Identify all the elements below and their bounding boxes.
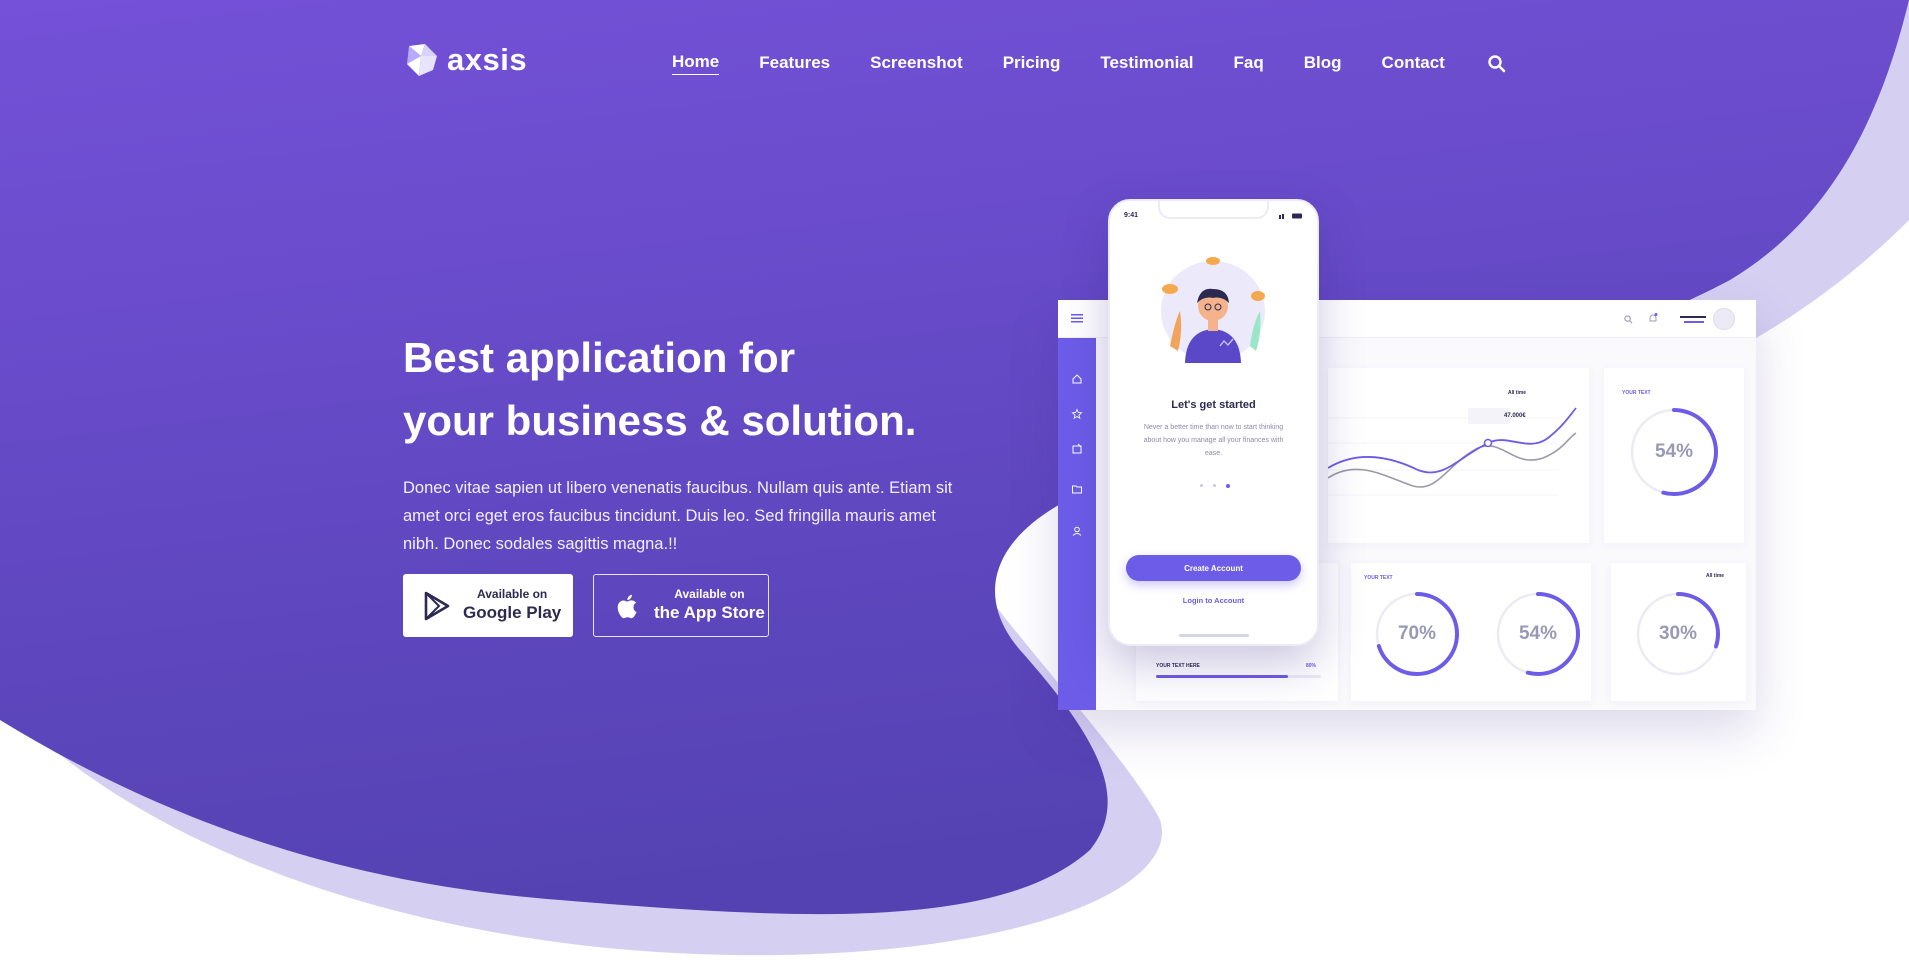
app-store-text: Available on the App Store: [654, 587, 765, 624]
hero-title-line1: Best application for: [403, 334, 796, 381]
menu-icon: [1071, 314, 1083, 323]
carousel-dot-3[interactable]: [1226, 484, 1230, 488]
nav-link-contact[interactable]: Contact: [1382, 53, 1445, 75]
user-role-line: [1684, 321, 1704, 323]
line-chart: [1328, 407, 1577, 496]
nav-link-home[interactable]: Home: [672, 52, 720, 75]
chart-filter-label: All time: [1508, 390, 1527, 396]
phone-time: 9:41: [1124, 212, 1139, 219]
google-play-text: Available on Google Play: [463, 587, 561, 624]
logo-mark-icon: [407, 44, 437, 76]
brand-logo[interactable]: axsis: [403, 42, 527, 78]
ring-value-54: 54%: [1518, 623, 1558, 644]
ring-value-70: 70%: [1397, 623, 1437, 644]
brand-name: axsis: [447, 42, 528, 77]
progress-fill: [1156, 675, 1288, 678]
export-icon: [1072, 443, 1082, 454]
google-play-small-label: Available on: [477, 587, 548, 601]
ring-value-30: 30%: [1658, 623, 1698, 644]
hero-title-line2: your business & solution.: [403, 397, 917, 444]
login-link[interactable]: Login to Account: [1110, 596, 1317, 605]
home-icon: [1072, 374, 1082, 384]
dashboard-sidebar: [1058, 338, 1096, 710]
app-store-button[interactable]: Available on the App Store: [593, 574, 769, 637]
carousel-dots[interactable]: [1200, 484, 1230, 488]
ring-card-right-filter: All time: [1706, 573, 1725, 579]
hero-title: Best application for your business & sol…: [403, 326, 963, 452]
google-play-button[interactable]: Available on Google Play: [403, 574, 573, 637]
ring-card-right: All time 30%: [1611, 563, 1746, 701]
ring-card-bottom: YOUR TEXT 70% 54%: [1351, 563, 1591, 701]
ring-card-bottom-label: YOUR TEXT: [1364, 575, 1393, 581]
apple-icon: [617, 594, 637, 618]
nav-link-pricing[interactable]: Pricing: [1003, 53, 1061, 75]
google-play-icon: [424, 591, 450, 620]
phone-mockup: 9:41 Let's get started Never a better ti…: [1108, 199, 1319, 646]
nav-link-testimonial[interactable]: Testimonial: [1100, 53, 1193, 75]
carousel-dot-1[interactable]: [1200, 484, 1203, 487]
hero-section: Best application for your business & sol…: [403, 326, 963, 558]
folder-icon: [1072, 485, 1082, 494]
avatar: [1713, 308, 1735, 330]
progress-label: YOUR TEXT HERE: [1156, 663, 1200, 669]
dashboard-search-icon: [1624, 315, 1633, 324]
ring-card-label: YOUR TEXT: [1622, 390, 1651, 396]
phone-notch: [1158, 201, 1269, 219]
bell-icon: [1649, 313, 1658, 322]
carousel-dot-2[interactable]: [1213, 484, 1216, 487]
nav-link-faq[interactable]: Faq: [1234, 53, 1264, 75]
progress-value: 80%: [1306, 663, 1317, 669]
chart-tooltip-value: 47.000€: [1504, 413, 1526, 419]
user-icon: [1072, 526, 1082, 536]
star-icon: [1071, 408, 1083, 420]
google-play-large-label: Google Play: [463, 603, 562, 622]
ring-card-top: YOUR TEXT 54%: [1604, 368, 1744, 543]
nav-link-blog[interactable]: Blog: [1304, 53, 1342, 75]
store-buttons: Available on Google Play Available on th…: [403, 574, 769, 637]
line-chart-card: All time 47.000€: [1328, 368, 1589, 543]
search-icon[interactable]: [1487, 54, 1507, 74]
nav-link-screenshot[interactable]: Screenshot: [870, 53, 963, 75]
onboarding-illustration-icon: [1161, 257, 1265, 363]
phone-description: Never a better time than now to start th…: [1143, 424, 1284, 457]
phone-title: Let's get started: [1171, 399, 1256, 411]
phone-home-indicator: [1179, 634, 1249, 637]
progress-track: [1156, 675, 1321, 678]
battery-icon: [1279, 213, 1302, 219]
user-name-line: [1680, 316, 1706, 318]
nav-link-features[interactable]: Features: [759, 53, 830, 75]
app-store-large-label: the App Store: [654, 603, 765, 622]
create-account-button[interactable]: Create Account: [1126, 555, 1301, 581]
hero-description: Donec vitae sapien ut libero venenatis f…: [403, 479, 953, 553]
ring-value-top: 54%: [1654, 441, 1694, 462]
main-nav: Home Features Screenshot Pricing Testimo…: [672, 52, 1507, 75]
app-store-small-label: Available on: [674, 587, 745, 601]
